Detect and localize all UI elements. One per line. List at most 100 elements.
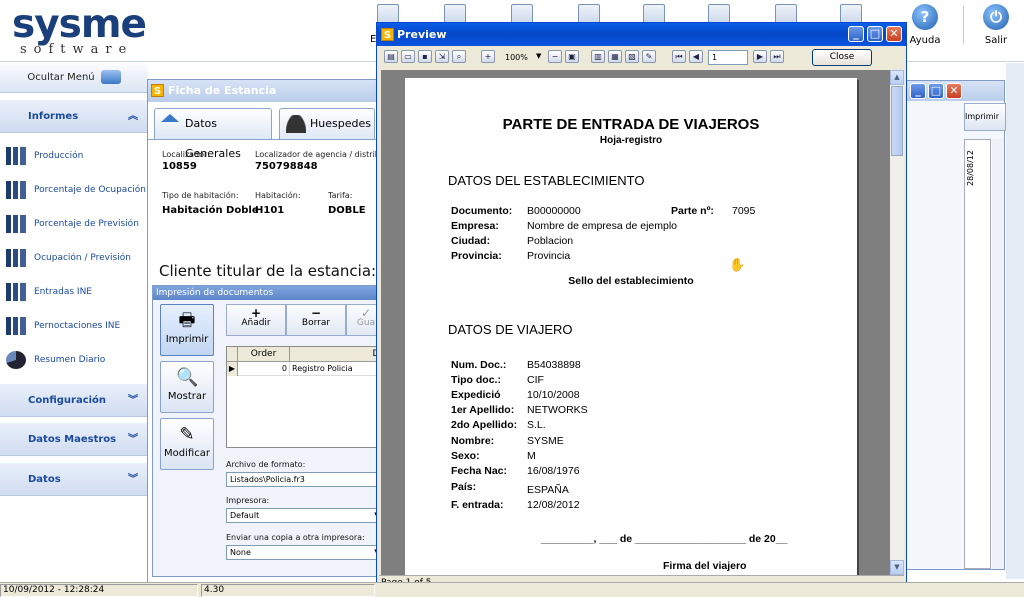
traveler-label-2: Expedició — [451, 389, 501, 401]
report-icon — [6, 147, 26, 165]
menu-section-datos[interactable]: Datos ︾ — [0, 462, 148, 496]
grid-cell-desc[interactable]: Registro Policia — [290, 362, 387, 376]
modificar-button[interactable]: ✎ Modificar — [160, 418, 214, 470]
documents-grid[interactable]: Order De ▶ 0 Registro Policia — [226, 346, 387, 448]
chevron-up-icon: ︽ — [128, 111, 138, 122]
grid-indicator-header — [227, 347, 238, 362]
mostrar-button[interactable]: 🔍 Mostrar — [160, 361, 214, 413]
magnifier-icon: 🔍 — [176, 367, 199, 388]
thumbnails-icon[interactable]: ▧ — [625, 50, 639, 63]
documento-value: B00000000 — [527, 205, 581, 217]
delete-button[interactable]: − Borrar — [286, 304, 346, 336]
pie-chart-icon — [6, 351, 26, 369]
last-page-icon[interactable]: ⏭ — [770, 50, 784, 63]
page-number-input[interactable]: 1 — [708, 50, 748, 65]
grid-cell-order[interactable]: 0 — [238, 362, 290, 376]
next-page-icon[interactable]: ▶ — [753, 50, 767, 63]
edit-document-icon: ✎ — [179, 424, 195, 445]
report-page: PARTE DE ENTRADA DE VIAJEROS Hoja-regist… — [405, 78, 857, 575]
menu-item-entradas-ine[interactable]: Entradas INE — [6, 280, 146, 304]
sello-label: Sello del establecimiento — [568, 275, 694, 287]
close-icon[interactable]: ✕ — [946, 83, 962, 99]
find-icon[interactable]: ⌕ — [452, 50, 466, 63]
menu-item-ocupacion-prevision[interactable]: Ocupación / Previsión — [6, 246, 146, 270]
outline-icon[interactable]: ▦ — [608, 50, 622, 63]
zoom-out-icon[interactable]: − — [548, 50, 562, 63]
edit-icon[interactable]: ✎ — [642, 50, 656, 63]
hide-menu-button[interactable]: Ocultar Menú — [0, 63, 148, 93]
preview-vertical-scrollbar[interactable]: ▲ ▼ — [890, 70, 904, 575]
tab-huespedes[interactable]: Huespedes — [279, 108, 375, 140]
menu-item-produccion[interactable]: Producción — [6, 144, 146, 168]
habitacion-label: Habitación: — [255, 191, 301, 200]
agencia-value: 750798848 — [255, 161, 318, 172]
menu-section-datos-maestros[interactable]: Datos Maestros ︾ — [0, 422, 148, 456]
copia-select[interactable]: None▼ — [226, 545, 383, 560]
documento-label: Documento: — [451, 205, 513, 217]
menu-section-informes[interactable]: Informes ︽ — [0, 99, 148, 133]
traveler-label-0: Num. Doc.: — [451, 359, 507, 371]
logo: sysme — [12, 2, 147, 47]
ficha-titlebar: S Ficha de Estancia — [148, 80, 391, 102]
minimize-icon[interactable]: _ — [910, 83, 926, 99]
preview-viewport[interactable]: PARTE DE ENTRADA DE VIAJEROS Hoja-regist… — [381, 70, 890, 575]
tarifa-label: Tarifa: — [328, 191, 353, 200]
traveler-label-4: 2do Apellido: — [451, 419, 518, 431]
preview-close-button[interactable]: Close — [812, 49, 872, 66]
prev-page-icon[interactable]: ◀ — [689, 50, 703, 63]
scroll-up-icon[interactable]: ▲ — [890, 70, 904, 85]
impresion-documentos-panel: Impresión de documentos 🖶 Imprimir 🔍 Mostr… — [152, 285, 387, 577]
vertical-scrollbar[interactable] — [992, 139, 1004, 569]
dropdown-arrow-icon[interactable]: ▼ — [536, 52, 541, 60]
provincia-value: Provincia — [527, 250, 571, 262]
maximize-icon[interactable]: □ — [867, 26, 883, 42]
traveler-value-0: B54038898 — [527, 359, 581, 371]
print-button[interactable]: Imprimir — [964, 103, 1006, 131]
open-icon[interactable]: ▭ — [401, 50, 415, 63]
traveler-value-2: 10/10/2008 — [527, 389, 580, 401]
tipo-habitacion-value: Habitación Doble — [162, 205, 259, 216]
impresora-label: Impresora: — [226, 496, 270, 505]
report-subtitle: Hoja-registro — [599, 135, 663, 146]
impresora-select[interactable]: Default▼ — [226, 508, 383, 523]
impresion-title: Impresión de documentos — [153, 286, 386, 300]
minimize-icon[interactable]: _ — [848, 26, 864, 42]
localizador-value: 10859 — [162, 161, 197, 172]
tipo-habitacion-label: Tipo de habitación: — [162, 191, 239, 200]
print-icon[interactable]: ▤ — [384, 50, 398, 63]
minus-icon: − — [310, 306, 322, 320]
first-page-icon[interactable]: ⏮ — [672, 50, 686, 63]
imprimir-button[interactable]: 🖶 Imprimir — [160, 304, 214, 356]
empresa-label: Empresa: — [451, 220, 499, 232]
menu-item-resumen-diario[interactable]: Resumen Diario — [6, 348, 146, 372]
menu-item-porcentaje-ocupacion[interactable]: Porcentaje de Ocupación — [6, 178, 146, 202]
save-icon[interactable]: ▪ — [418, 50, 432, 63]
maximize-icon[interactable]: □ — [928, 83, 944, 99]
menu-section-configuracion[interactable]: Configuración ︾ — [0, 383, 148, 417]
report-icon — [6, 249, 26, 267]
traveler-value-4: S.L. — [527, 419, 546, 431]
menu-item-porcentaje-prevision[interactable]: Porcentaje de Previsión — [6, 212, 146, 236]
add-button[interactable]: + Añadir — [226, 304, 286, 336]
hand-cursor-icon: ✋ — [729, 258, 746, 273]
grid-header-desc: De — [290, 347, 387, 362]
preview-toolbar: ▤ ▭ ▪ ⇲ ⌕ + 100% ▼ − ▣ ▥ ▦ ▧ ✎ ⏮ ◀ 1 ▶ ⏭… — [380, 48, 904, 68]
scroll-down-icon[interactable]: ▼ — [890, 560, 904, 575]
export-icon[interactable]: ⇲ — [435, 50, 449, 63]
traveler-label-5: Nombre: — [451, 435, 495, 447]
agencia-label: Localizador de agencia / distribu — [255, 150, 385, 159]
full-screen-icon[interactable]: ▣ — [565, 50, 579, 63]
help-icon: ? — [912, 4, 938, 30]
close-icon[interactable]: ✕ — [886, 26, 902, 42]
tab-divider — [148, 139, 393, 140]
tab-datos-generales[interactable]: Datos Generales — [154, 108, 272, 160]
parte-label: Parte nº: — [671, 205, 714, 217]
preview-window: S Preview _ □ ✕ ▤ ▭ ▪ ⇲ ⌕ + 100% ▼ − ▣ ▥… — [376, 22, 907, 590]
page-setup-icon[interactable]: ▥ — [591, 50, 605, 63]
cliente-heading: Cliente titular de la estancia: — [159, 262, 377, 280]
zoom-in-icon[interactable]: + — [481, 50, 495, 63]
archivo-input[interactable]: Listados\Policia.fr3 — [226, 472, 383, 487]
menu-item-pernoctaciones-ine[interactable]: Pernoctaciones INE — [6, 314, 146, 338]
exit-button[interactable]: ⏻ Salir — [966, 4, 1024, 46]
scroll-thumb[interactable] — [891, 86, 903, 156]
